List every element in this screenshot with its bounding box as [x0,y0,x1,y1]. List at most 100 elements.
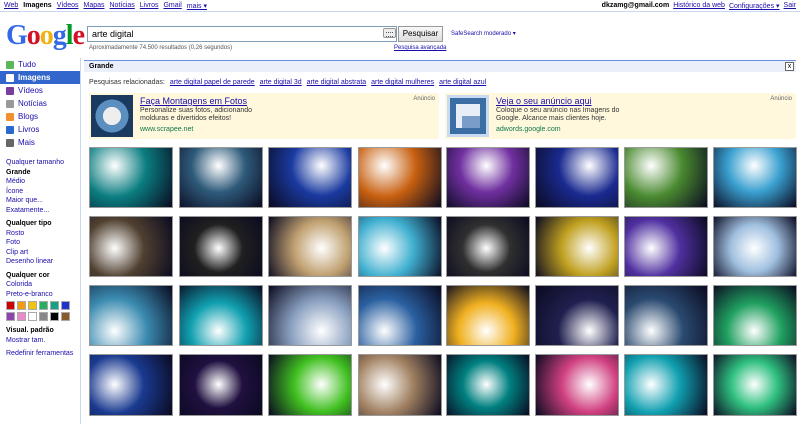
image-thumbnail[interactable] [446,354,530,416]
safesearch-dropdown[interactable]: SafeSearch moderado ▾ [451,30,516,37]
ad-thumbnail[interactable] [447,95,489,137]
related-link[interactable]: arte digital azul [439,79,486,86]
topnav-news[interactable]: Notícias [110,2,135,10]
view-standard[interactable]: Visual. padrão [6,326,80,336]
filter-link[interactable]: Colorida [6,280,80,290]
image-thumbnail[interactable] [624,285,708,346]
ad-url[interactable]: www.scrapee.net [140,126,193,133]
related-link[interactable]: arte digital mulheres [371,79,434,86]
image-thumbnail[interactable] [535,354,619,416]
filter-link[interactable]: Ícone [6,187,80,197]
ad-block[interactable]: Veja o seu anúncio aqui Coloque o seu an… [445,93,796,139]
image-thumbnail[interactable] [89,147,173,208]
image-thumbnail[interactable] [358,147,442,208]
image-thumbnail[interactable] [446,147,530,208]
color-swatch[interactable] [28,312,37,321]
image-thumbnail[interactable] [446,216,530,277]
color-swatch[interactable] [50,312,59,321]
topnav-books[interactable]: Livros [140,2,159,10]
nav-item-blogs[interactable]: Blogs [0,110,80,123]
image-thumbnail[interactable] [446,285,530,346]
filter-link[interactable]: Qualquer tamanho [6,158,80,168]
ad-block[interactable]: Faça Montagens em Fotos Personalize suas… [89,93,439,139]
image-thumbnail[interactable] [179,285,263,346]
nav-item-videos[interactable]: Vídeos [0,84,80,97]
image-thumbnail[interactable] [89,354,173,416]
color-swatch[interactable] [6,301,15,310]
image-thumbnail[interactable] [535,285,619,346]
color-swatch[interactable] [17,312,26,321]
image-thumbnail[interactable] [358,216,442,277]
filter-link[interactable]: Foto [6,238,80,248]
color-swatch[interactable] [61,312,70,321]
color-swatch[interactable] [39,301,48,310]
ad-title[interactable]: Faça Montagens em Fotos [140,96,247,106]
image-thumbnail[interactable] [268,285,352,346]
filter-link[interactable]: Desenho linear [6,257,80,267]
ad-title[interactable]: Veja o seu anúncio aqui [496,96,592,106]
image-thumbnail[interactable] [358,285,442,346]
filter-link[interactable]: Grande [6,168,80,178]
filter-link[interactable]: Maior que... [6,196,80,206]
ad-thumbnail[interactable] [91,95,133,137]
history-link[interactable]: Histórico da web [673,2,725,10]
settings-link[interactable]: Configurações ▾ [729,2,780,10]
search-button[interactable]: Pesquisar [398,26,443,42]
color-swatch[interactable] [17,301,26,310]
logo-letter: o [26,20,41,51]
image-thumbnail[interactable] [268,216,352,277]
reset-tools-link[interactable]: Redefinir ferramentas [6,349,80,359]
color-swatch[interactable] [6,312,15,321]
image-thumbnail[interactable] [358,354,442,416]
keyboard-icon[interactable] [383,28,396,38]
image-thumbnail[interactable] [179,354,263,416]
topnav-maps[interactable]: Mapas [83,2,104,10]
color-swatch[interactable] [39,312,48,321]
image-thumbnail[interactable] [89,285,173,346]
image-thumbnail[interactable] [89,216,173,277]
topnav-web[interactable]: Web [4,2,18,10]
search-input[interactable]: arte digital [87,26,397,42]
color-swatch[interactable] [61,301,70,310]
nav-item-more[interactable]: Mais [0,136,80,149]
close-icon[interactable]: x [785,62,794,71]
image-thumbnail[interactable] [268,354,352,416]
color-swatch[interactable] [28,301,37,310]
related-link[interactable]: arte digital papel de parede [170,79,255,86]
color-heading[interactable]: Qualquer cor [6,271,80,281]
nav-item-all[interactable]: Tudo [0,58,80,71]
topnav-more[interactable]: mais ▾ [187,2,207,10]
filter-link[interactable]: Médio [6,177,80,187]
image-thumbnail[interactable] [713,285,797,346]
filter-link[interactable]: Preto-e-branco [6,290,80,300]
topnav-images[interactable]: Imagens [23,2,51,10]
image-thumbnail[interactable] [624,147,708,208]
image-thumbnail[interactable] [624,354,708,416]
show-size-link[interactable]: Mostrar tam. [6,336,80,346]
image-thumbnail[interactable] [713,354,797,416]
image-thumbnail[interactable] [535,147,619,208]
related-link[interactable]: arte digital 3d [260,79,302,86]
signout-link[interactable]: Sair [784,2,796,10]
image-thumbnail[interactable] [713,216,797,277]
color-swatch[interactable] [50,301,59,310]
filter-link[interactable]: Rosto [6,229,80,239]
nav-item-books[interactable]: Livros [0,123,80,136]
nav-item-images[interactable]: Imagens [0,71,80,84]
topnav-gmail[interactable]: Gmail [163,2,181,10]
image-thumbnail[interactable] [535,216,619,277]
image-thumbnail[interactable] [179,216,263,277]
topnav-videos[interactable]: Vídeos [57,2,79,10]
image-thumbnail[interactable] [624,216,708,277]
ad-url[interactable]: adwords.google.com [496,126,561,133]
google-logo[interactable]: Google [6,20,85,52]
related-link[interactable]: arte digital abstrata [307,79,367,86]
nav-item-news[interactable]: Notícias [0,97,80,110]
image-thumbnail[interactable] [268,147,352,208]
type-heading[interactable]: Qualquer tipo [6,219,80,229]
filter-link[interactable]: Exatamente... [6,206,80,216]
image-thumbnail[interactable] [179,147,263,208]
image-thumbnail[interactable] [713,147,797,208]
advanced-search-link[interactable]: Pesquisa avançada [394,45,446,51]
filter-link[interactable]: Clip art [6,248,80,258]
